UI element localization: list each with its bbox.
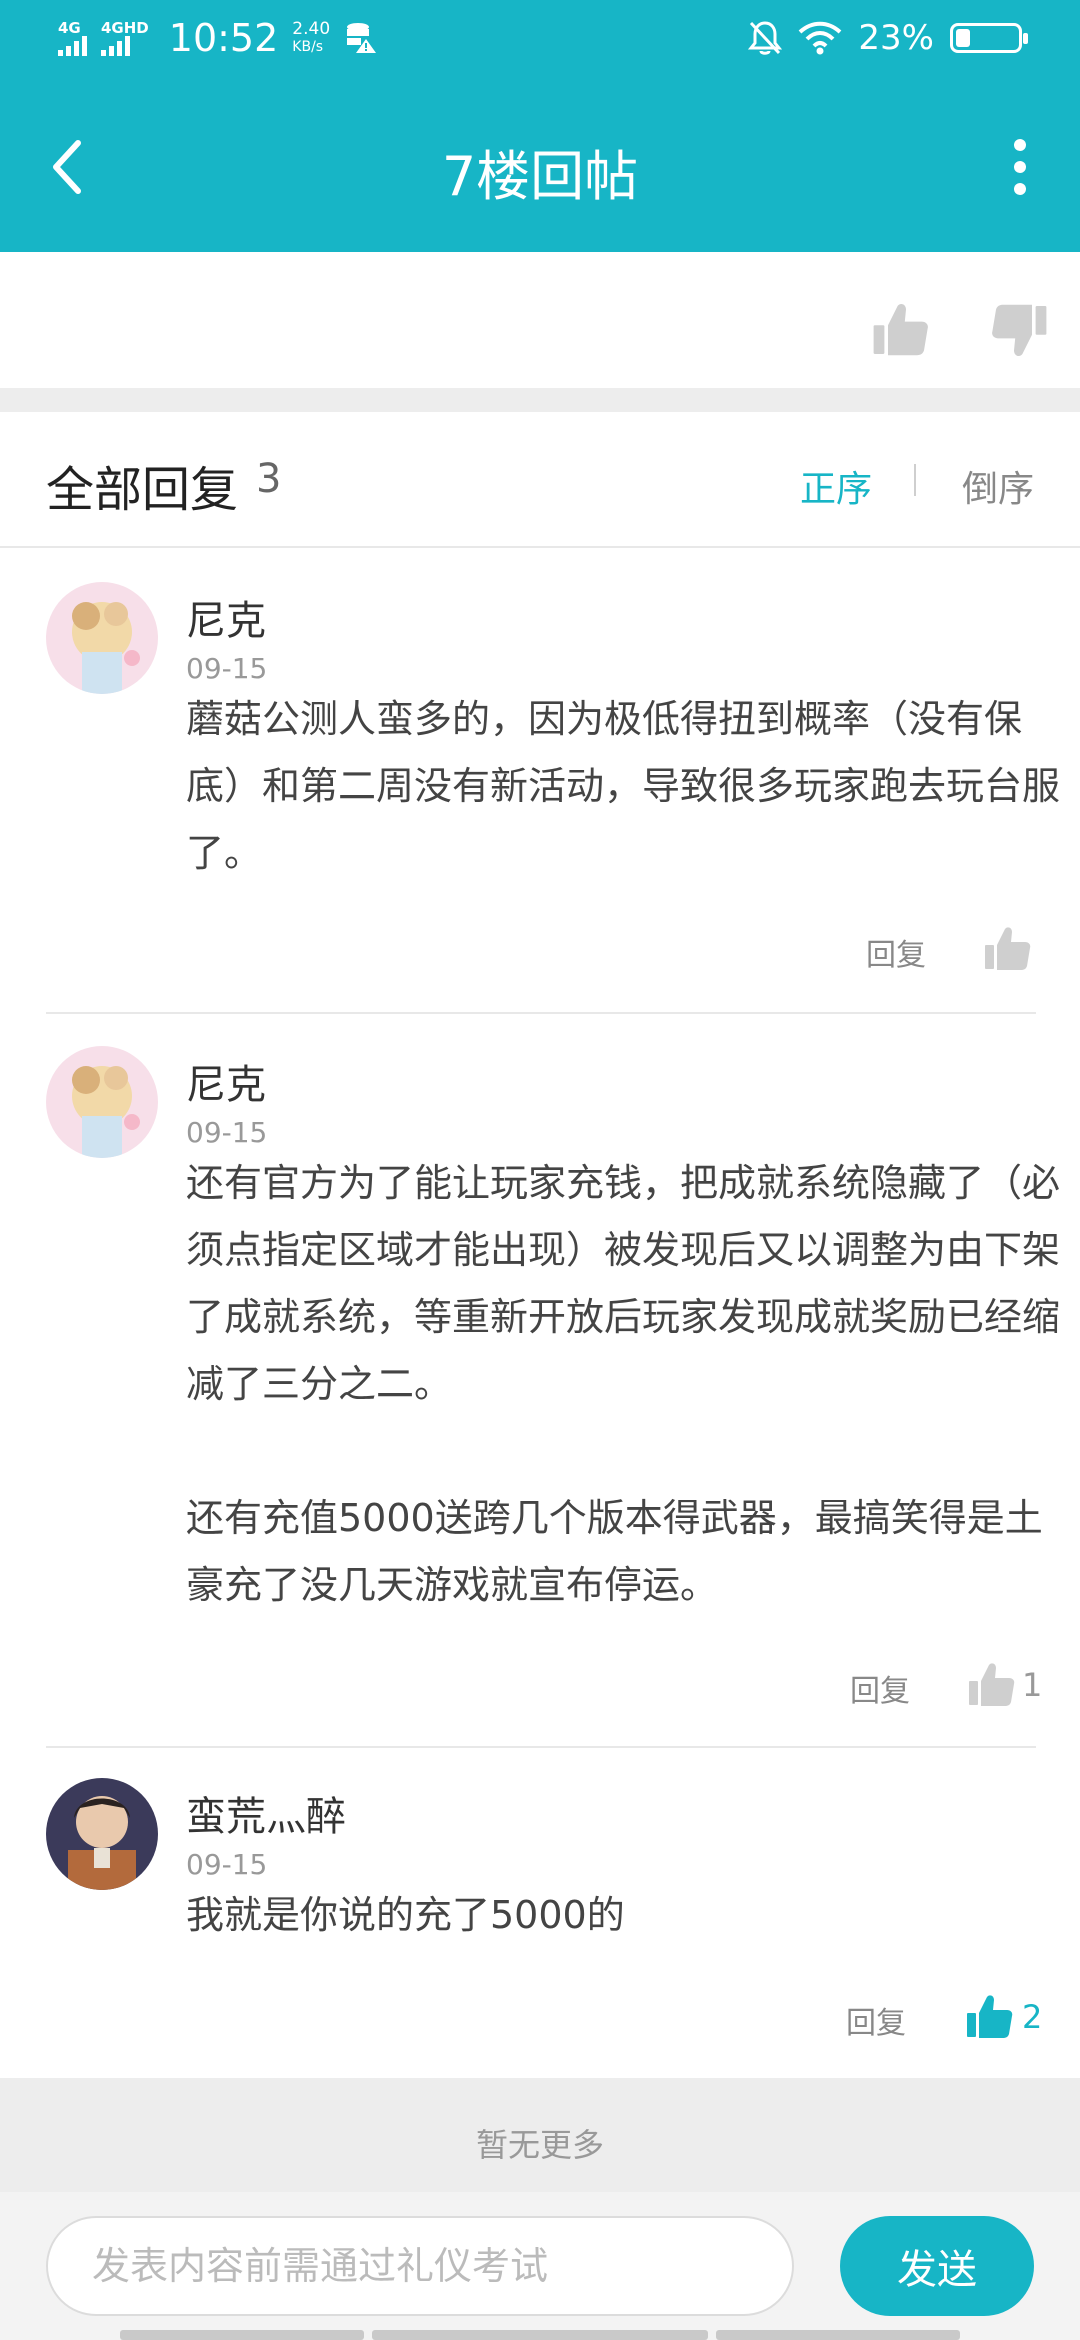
sim2-label: 4GHD: [101, 19, 149, 37]
data-saver-icon: [347, 23, 377, 53]
replies-title: 全部回复: [46, 462, 239, 518]
reply-date: 09-15: [186, 652, 268, 685]
net-speed-value: 2.40: [292, 19, 331, 39]
post-dislike-button[interactable]: [990, 300, 1050, 360]
thumbs-up-icon: [985, 927, 1031, 970]
reply-item: 蛮荒灬醉 09-15 我就是你说的充了5000的 回复 2: [46, 1778, 1042, 2078]
net-speed-unit: KB/s: [292, 39, 324, 55]
reply-content: 蘑菇公测人蛮多的，因为极低得扭到概率（没有保底）和第二周没有新活动，导致很多玩家…: [186, 697, 1061, 875]
more-vertical-icon: [1014, 139, 1026, 151]
battery-percent: 23%: [858, 18, 934, 58]
no-more-label: 暂无更多: [475, 2126, 604, 2164]
status-right: 23%: [748, 18, 1028, 58]
like-button[interactable]: [966, 1660, 1016, 1710]
comment-input[interactable]: [46, 2216, 794, 2316]
nav-bar-segment: [372, 2330, 708, 2340]
reply-content: 还有官方为了能让玩家充钱，把成就系统隐藏了（必须点指定区域才能出现）被发现后又以…: [186, 1161, 1061, 1607]
reply-content: 我就是你说的充了5000的: [186, 1893, 625, 1937]
wifi-icon: [799, 21, 842, 55]
user-avatar-image: [46, 582, 158, 694]
reply-author[interactable]: 蛮荒灬醉: [186, 1784, 346, 1842]
battery-level: [956, 29, 970, 47]
thumbs-up-icon: [969, 1663, 1015, 1706]
reply-button[interactable]: 回复: [850, 1666, 910, 1710]
signal-icon: 4GHD: [101, 20, 149, 56]
nav-bar-segment: [120, 2330, 364, 2340]
sort-descending-tab[interactable]: 倒序: [962, 460, 1034, 512]
app-bar: 7楼回帖: [0, 82, 1080, 252]
reply-button[interactable]: 回复: [866, 930, 926, 974]
status-bar: 4G 4GHD 10:52 2.40 KB/s 23%: [0, 0, 1080, 82]
avatar[interactable]: [46, 1046, 158, 1158]
thumbs-down-icon: [992, 304, 1047, 357]
page-title: 7楼回帖: [441, 145, 639, 208]
reply-author[interactable]: 尼克: [186, 1052, 266, 1110]
user-avatar-image: [46, 1778, 158, 1890]
battery-icon: [950, 23, 1028, 53]
avatar[interactable]: [46, 1778, 158, 1890]
reply-date: 09-15: [186, 1116, 268, 1149]
comment-composer: 发送: [0, 2192, 1080, 2340]
reply-item: 尼克 09-15 还有官方为了能让玩家充钱，把成就系统隐藏了（必须点指定区域才能…: [46, 1046, 1060, 1746]
nav-bar-segment: [716, 2330, 960, 2340]
thumbs-up-icon: [967, 1995, 1013, 2038]
like-count: 2: [1022, 1998, 1043, 2036]
reply-button[interactable]: 回复: [846, 1998, 906, 2042]
like-button[interactable]: [964, 1992, 1014, 2042]
post-like-button[interactable]: [870, 300, 930, 360]
signal-icon: 4G: [58, 20, 87, 56]
user-avatar-image: [46, 1046, 158, 1158]
net-speed: 2.40 KB/s: [292, 20, 330, 56]
like-count: 1: [1022, 1666, 1043, 1704]
sim1-label: 4G: [58, 19, 81, 37]
thumbs-up-icon: [873, 303, 928, 356]
status-left: 4G 4GHD 10:52 2.40 KB/s: [58, 16, 378, 60]
more-options-button[interactable]: [990, 127, 1050, 207]
avatar[interactable]: [46, 582, 158, 694]
replies-header: 全部回复 3 正序 倒序: [0, 412, 1080, 548]
sort-ascending-tab[interactable]: 正序: [800, 460, 872, 512]
reply-author[interactable]: 尼克: [186, 588, 266, 646]
send-button[interactable]: 发送: [840, 2216, 1034, 2316]
mute-icon: [748, 21, 783, 55]
divider: [46, 1746, 1036, 1748]
like-button[interactable]: [982, 924, 1032, 974]
divider: [46, 1012, 1036, 1014]
status-time: 10:52: [168, 16, 279, 60]
post-actions: [0, 252, 1080, 388]
replies-count: 3: [256, 456, 282, 502]
reply-date: 09-15: [186, 1848, 268, 1881]
section-gap: [0, 388, 1080, 412]
sort-divider: [914, 464, 916, 496]
reply-item: 尼克 09-15 蘑菇公测人蛮多的，因为极低得扭到概率（没有保底）和第二周没有新…: [46, 582, 1060, 1012]
